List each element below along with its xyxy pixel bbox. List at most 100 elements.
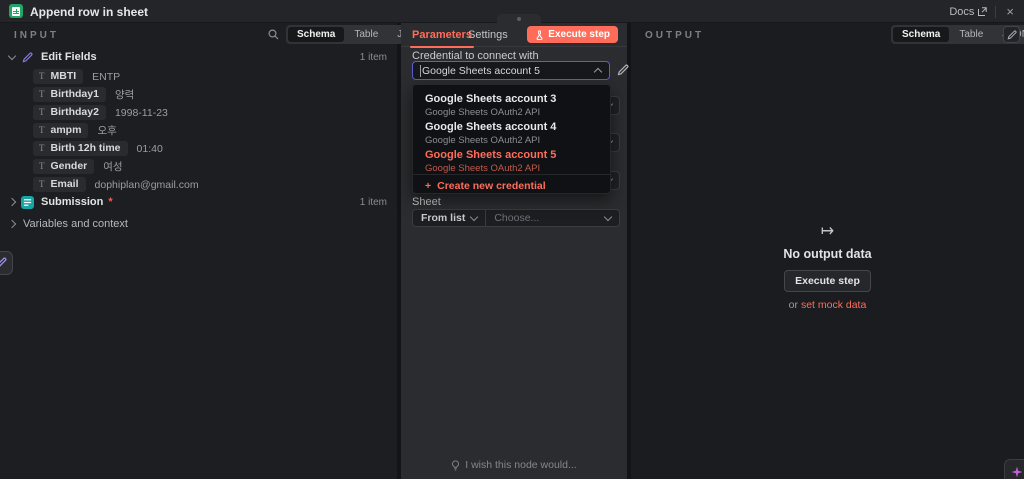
edit-output-button[interactable] — [1003, 26, 1020, 43]
node-detail-view: Append row in sheet Docs × INPUT Schema … — [0, 0, 1024, 479]
node-title: Append row in sheet — [30, 5, 148, 19]
credential-value: Google Sheets account 5 — [420, 65, 540, 77]
string-type-icon: T — [39, 179, 45, 189]
maps-to-icon: ↦ — [631, 221, 1024, 241]
dropdown-divider — [413, 174, 610, 175]
string-type-icon: T — [39, 161, 45, 171]
field-value: 양력 — [115, 87, 134, 102]
create-credential-label: Create new credential — [437, 180, 546, 192]
field-value: 여성 — [103, 159, 122, 174]
output-view-schema[interactable]: Schema — [893, 27, 949, 42]
input-panel: INPUT Schema Table JSON Edit Fields 1 it… — [0, 23, 397, 479]
flask-icon — [535, 30, 544, 40]
edit-credential-icon[interactable] — [617, 64, 629, 76]
sheet-choose-select[interactable]: Choose... — [486, 212, 619, 224]
schema-field-birthday1[interactable]: T Birthday1 양력 — [33, 87, 134, 102]
field-name: Birth 12h time — [51, 142, 121, 154]
schema-field-gender[interactable]: T Gender 여성 — [33, 159, 123, 174]
tab-parameters[interactable]: Parameters — [412, 29, 472, 41]
or-text: or — [789, 299, 798, 311]
chevron-down-icon — [604, 213, 612, 221]
field-name: ampm — [51, 124, 82, 136]
chevron-down-icon — [8, 52, 16, 60]
titlebar-separator — [995, 6, 996, 18]
string-type-icon: T — [39, 89, 45, 99]
schema-field-ampm[interactable]: Tampm 오후 — [33, 123, 117, 138]
required-marker: * — [108, 196, 112, 208]
variables-label: Variables and context — [23, 218, 128, 230]
sheet-combo: From list Choose... — [412, 209, 620, 227]
schema-field-birthday2[interactable]: TBirthday2 1998-11-23 — [33, 105, 168, 120]
create-new-credential[interactable]: + Create new credential — [425, 180, 546, 192]
docs-link[interactable]: Docs — [949, 6, 987, 18]
sheet-placeholder: Choose... — [494, 212, 539, 224]
parameters-panel: Parameters Settings Execute step Credent… — [401, 23, 627, 479]
node-feedback-hint[interactable]: I wish this node would... — [401, 459, 627, 471]
google-sheets-icon — [9, 4, 23, 18]
string-type-icon: T — [39, 125, 45, 135]
execute-step-secondary-button[interactable]: Execute step — [784, 270, 871, 292]
sheet-mode-select[interactable]: From list — [413, 210, 486, 226]
input-view-schema[interactable]: Schema — [288, 27, 344, 42]
string-type-icon: T — [39, 143, 45, 153]
chevron-up-icon — [594, 68, 602, 76]
execute-step-label: Execute step — [548, 29, 610, 40]
field-name: Email — [51, 178, 79, 190]
chevron-down-icon — [470, 213, 478, 221]
field-value: 오후 — [97, 123, 116, 138]
docs-label: Docs — [949, 6, 974, 18]
search-icon[interactable] — [268, 29, 279, 40]
credential-option-3[interactable]: Google Sheets account 3 Google Sheets OA… — [413, 93, 610, 118]
tab-settings[interactable]: Settings — [468, 29, 508, 41]
schema-field-birth-12h-time[interactable]: TBirth 12h time 01:40 — [33, 141, 163, 156]
floating-node-button[interactable] — [0, 251, 13, 275]
output-panel: OUTPUT Schema Table JSON ↦ No output dat… — [631, 23, 1024, 479]
schema-field-email[interactable]: T Email dophiplan@gmail.com — [33, 177, 199, 192]
item-count: 1 item — [360, 52, 387, 63]
input-panel-title: INPUT — [14, 30, 59, 41]
field-value: 1998-11-23 — [115, 107, 168, 119]
output-panel-title: OUTPUT — [645, 30, 704, 41]
sheet-label: Sheet — [412, 196, 441, 208]
wish-hint-label: I wish this node would... — [465, 459, 576, 471]
lightbulb-icon — [451, 460, 460, 471]
sheet-mode-value: From list — [421, 212, 465, 224]
option-subtitle: Google Sheets OAuth2 API — [425, 107, 598, 118]
close-icon[interactable]: × — [1004, 5, 1016, 18]
credential-select[interactable]: Google Sheets account 5 — [412, 61, 610, 80]
credential-option-5-selected[interactable]: Google Sheets account 5 Google Sheets OA… — [413, 149, 610, 174]
input-node-edit-fields[interactable]: Edit Fields 1 item — [0, 50, 397, 64]
node-label: Edit Fields — [41, 51, 97, 63]
input-view-table[interactable]: Table — [345, 27, 387, 42]
option-subtitle: Google Sheets OAuth2 API — [425, 135, 598, 146]
variables-and-context-row[interactable]: Variables and context — [0, 217, 397, 231]
ai-sparkle-icon — [1011, 466, 1023, 478]
plus-icon: + — [425, 180, 431, 192]
pencil-icon — [0, 257, 7, 269]
credential-dropdown: Google Sheets account 3 Google Sheets OA… — [412, 84, 611, 194]
schema-field-mbti[interactable]: TMBTI ENTP — [33, 69, 120, 84]
field-value: dophiplan@gmail.com — [95, 179, 199, 191]
field-name: Birthday1 — [51, 88, 99, 100]
credential-option-4[interactable]: Google Sheets account 4 Google Sheets OA… — [413, 121, 610, 146]
ai-assistant-button[interactable] — [1004, 459, 1024, 479]
item-count: 1 item — [360, 197, 387, 208]
input-node-submission[interactable]: Submission * 1 item — [0, 195, 397, 209]
option-subtitle: Google Sheets OAuth2 API — [425, 163, 598, 174]
option-title: Google Sheets account 5 — [425, 149, 598, 161]
option-title: Google Sheets account 3 — [425, 93, 598, 105]
chevron-right-icon — [8, 198, 16, 206]
output-empty-state: ↦ No output data Execute step or set moc… — [631, 221, 1024, 311]
option-title: Google Sheets account 4 — [425, 121, 598, 133]
external-link-icon — [978, 7, 987, 16]
string-type-icon: T — [39, 71, 45, 81]
pencil-icon — [1007, 30, 1017, 40]
execute-step-button[interactable]: Execute step — [527, 26, 618, 43]
field-name: Gender — [51, 160, 88, 172]
output-view-table[interactable]: Table — [950, 27, 992, 42]
chevron-right-icon — [8, 220, 16, 228]
set-mock-data-link[interactable]: set mock data — [801, 299, 866, 311]
field-value: ENTP — [92, 71, 120, 83]
edit-fields-node-icon — [21, 51, 34, 64]
field-name: Birthday2 — [51, 106, 99, 118]
